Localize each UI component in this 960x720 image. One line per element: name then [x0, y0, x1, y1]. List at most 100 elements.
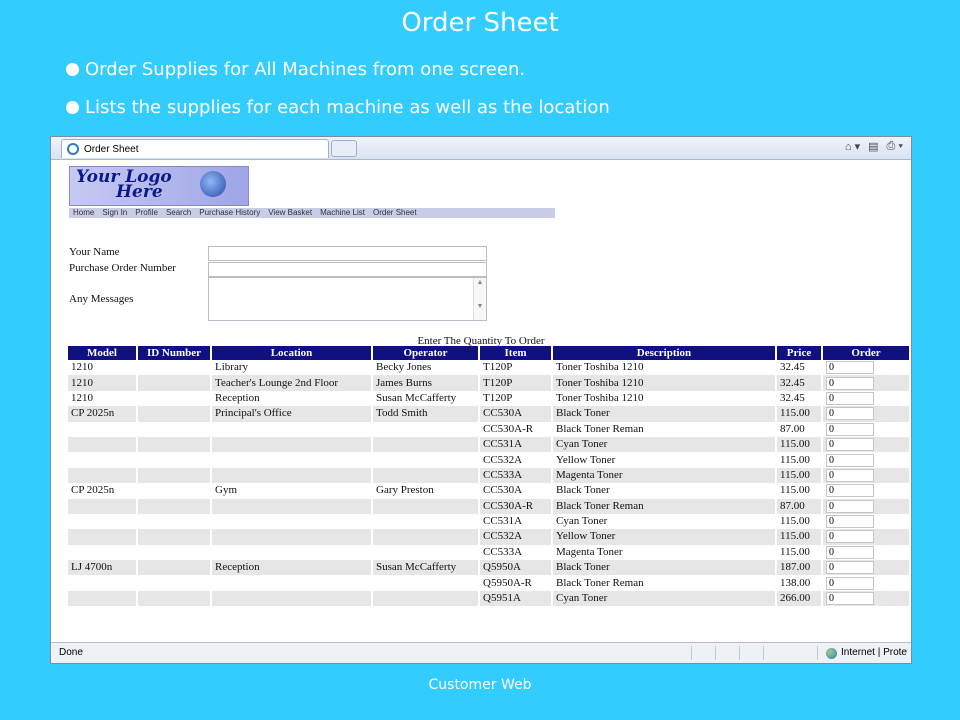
col-order: Order — [821, 346, 909, 360]
cell-location — [210, 590, 372, 607]
new-tab-button[interactable] — [331, 140, 357, 157]
cell-id — [136, 452, 211, 468]
quantity-input[interactable] — [826, 530, 874, 544]
cell-id — [136, 513, 211, 530]
cell-model — [66, 421, 137, 437]
col-description: Description — [551, 346, 776, 360]
home-icon[interactable]: ⌂ ▾ — [845, 140, 860, 153]
quantity-input[interactable] — [826, 515, 874, 529]
status-text: Done — [59, 647, 83, 658]
cell-item: CC533A — [478, 544, 552, 561]
tab-title: Order Sheet — [84, 144, 139, 155]
feeds-icon[interactable]: ▤ — [868, 140, 878, 153]
cell-operator — [371, 544, 479, 561]
quantity-input[interactable] — [826, 592, 874, 606]
cell-model: 1210 — [66, 360, 137, 376]
quantity-input[interactable] — [826, 407, 874, 421]
slide-footer: Customer Web — [428, 677, 532, 693]
nav-home[interactable]: Home — [69, 208, 98, 218]
quantity-input[interactable] — [826, 376, 874, 390]
cell-order — [821, 560, 909, 576]
table-row: CP 2025n Gym Gary Preston CC530A Black Toner… — [66, 483, 909, 499]
name-label: Your Name — [69, 246, 120, 258]
cell-item: T120P — [478, 375, 552, 391]
quantity-input[interactable] — [826, 361, 874, 375]
table-row: Q5950A-R Black Toner Reman 138.00 — [66, 575, 909, 591]
po-number-input[interactable] — [208, 262, 487, 277]
cell-price: 32.45 — [775, 375, 822, 391]
slide-title: Order Sheet — [401, 8, 559, 38]
quantity-input[interactable] — [826, 391, 874, 405]
nav-purchase-history[interactable]: Purchase History — [195, 208, 264, 218]
col-model: Model — [66, 346, 137, 360]
status-divider — [739, 646, 740, 660]
quantity-input[interactable] — [826, 422, 874, 436]
nav-sign-in[interactable]: Sign In — [98, 208, 131, 218]
cell-model — [66, 590, 137, 607]
cell-id — [136, 436, 211, 453]
cell-price: 115.00 — [775, 452, 822, 468]
browser-window: Order Sheet ⌂ ▾ ▤ ⎙ ▾ Your Logo Here Hom… — [50, 136, 912, 664]
cell-id — [136, 529, 211, 545]
quantity-input[interactable] — [826, 561, 874, 575]
quantity-input[interactable] — [826, 468, 874, 482]
tab-order-sheet[interactable]: Order Sheet — [61, 139, 329, 158]
col-id-number: ID Number — [136, 346, 211, 360]
cell-order — [821, 436, 909, 453]
site-logo[interactable]: Your Logo Here — [69, 166, 249, 206]
quantity-input[interactable] — [826, 484, 874, 498]
table-row: CP 2025n Principal's Office Todd Smith CC53… — [66, 406, 909, 422]
cell-location: Principal's Office — [210, 406, 372, 422]
cell-order — [821, 421, 909, 437]
cell-id — [136, 360, 211, 376]
cell-operator — [371, 467, 479, 484]
cell-operator — [371, 513, 479, 530]
cell-description: Magenta Toner — [551, 544, 776, 561]
cell-order — [821, 452, 909, 468]
status-divider — [715, 646, 716, 660]
table-row: Q5951A Cyan Toner 266.00 — [66, 590, 909, 607]
nav-profile[interactable]: Profile — [131, 208, 162, 218]
quantity-input[interactable] — [826, 545, 874, 559]
col-item: Item — [478, 346, 552, 360]
quantity-input[interactable] — [826, 453, 874, 467]
ie-icon — [67, 143, 79, 155]
quantity-input[interactable] — [826, 438, 874, 452]
cell-location — [210, 513, 372, 530]
nav-order-sheet[interactable]: Order Sheet — [369, 208, 421, 218]
order-table: Model ID Number Location Operator Item D… — [66, 346, 909, 607]
nav-machine-list[interactable]: Machine List — [316, 208, 369, 218]
table-row: CC533A Magenta Toner 115.00 — [66, 467, 909, 484]
messages-textarea[interactable]: ▲ ▼ — [208, 277, 487, 321]
browser-toolbar: ⌂ ▾ ▤ ⎙ ▾ — [845, 140, 903, 153]
status-divider — [763, 646, 764, 660]
print-icon[interactable]: ⎙ ▾ — [887, 140, 903, 153]
cell-location — [210, 529, 372, 545]
security-zone[interactable]: Internet | Prote — [826, 643, 907, 663]
cell-model — [66, 452, 137, 468]
quantity-input[interactable] — [826, 499, 874, 513]
cell-order — [821, 575, 909, 591]
textarea-scrollbar[interactable]: ▲ ▼ — [473, 278, 486, 320]
cell-model: CP 2025n — [66, 406, 137, 422]
nav-view-basket[interactable]: View Basket — [264, 208, 316, 218]
cell-id — [136, 467, 211, 484]
cell-location — [210, 498, 372, 514]
cell-description: Yellow Toner — [551, 452, 776, 468]
cell-price: 32.45 — [775, 390, 822, 407]
table-row: 1210 Reception Susan McCafferty T120P Toner … — [66, 390, 909, 407]
po-label: Purchase Order Number — [69, 262, 176, 274]
nav-search[interactable]: Search — [162, 208, 195, 218]
cell-price: 115.00 — [775, 436, 822, 453]
quantity-input[interactable] — [826, 576, 874, 590]
cell-price: 115.00 — [775, 529, 822, 545]
name-input[interactable] — [208, 246, 487, 261]
cell-operator: Todd Smith — [371, 406, 479, 422]
cell-model — [66, 529, 137, 545]
status-divider — [691, 646, 692, 660]
cell-operator: Susan McCafferty — [371, 390, 479, 407]
cell-price: 115.00 — [775, 544, 822, 561]
cell-id — [136, 406, 211, 422]
cell-item: CC531A — [478, 436, 552, 453]
cell-id — [136, 544, 211, 561]
